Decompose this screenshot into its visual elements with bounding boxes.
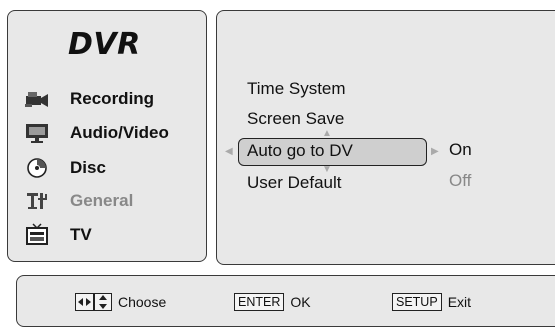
disc-icon — [24, 157, 50, 179]
menu-item-disc[interactable]: Disc — [24, 154, 106, 182]
setup-key: SETUP — [392, 293, 442, 311]
exit-label: Exit — [447, 294, 472, 310]
tv-icon — [24, 223, 50, 246]
right-arrow-icon: ▶ — [431, 146, 439, 157]
menu-item-label: General — [70, 191, 134, 210]
option-time-system[interactable]: Time System — [247, 79, 346, 99]
menu-title: DVR — [68, 27, 141, 62]
category-menu-panel: DVR Recording Audio/Video Disc General T… — [7, 10, 207, 262]
left-arrow-icon: ◀ — [225, 146, 233, 157]
hint-enter-ok: ENTER OK — [234, 293, 311, 311]
hint-choose: Choose — [75, 293, 166, 311]
menu-item-label: Disc — [70, 158, 106, 177]
value-on[interactable]: On — [449, 140, 472, 160]
menu-item-label: TV — [70, 225, 92, 244]
value-off[interactable]: Off — [449, 171, 471, 191]
option-auto-go-to-dv[interactable]: Auto go to DV — [247, 141, 353, 161]
menu-item-label: Recording — [70, 89, 155, 108]
option-user-default[interactable]: User Default — [247, 173, 341, 193]
ok-label: OK — [290, 294, 311, 310]
menu-item-general[interactable]: General — [24, 187, 133, 215]
menu-item-recording[interactable]: Recording — [24, 85, 154, 113]
menu-item-audio-video[interactable]: Audio/Video — [24, 119, 169, 147]
camcorder-icon — [24, 88, 50, 110]
choose-label: Choose — [118, 294, 167, 310]
options-panel: Time System Screen Save ▲ ◀ Auto go to D… — [216, 10, 555, 265]
enter-key: ENTER — [234, 293, 285, 311]
general-tools-icon — [24, 190, 50, 212]
menu-item-label: Audio/Video — [70, 123, 169, 142]
monitor-icon — [24, 122, 50, 144]
key-hint-bar: Choose ENTER OK SETUP Exit — [16, 275, 555, 327]
menu-item-tv[interactable]: TV — [24, 221, 92, 249]
option-screen-save[interactable]: Screen Save — [247, 109, 344, 129]
hint-setup-exit: SETUP Exit — [392, 293, 471, 311]
direction-keys-icon — [75, 293, 113, 311]
